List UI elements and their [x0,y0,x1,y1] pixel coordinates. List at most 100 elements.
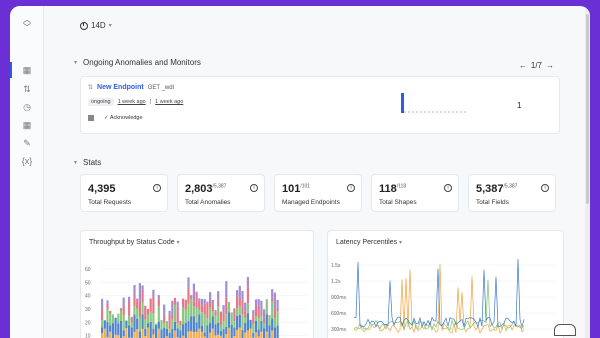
prev-arrow-icon[interactable]: ← [519,61,527,70]
throughput-bar-segment [200,325,204,332]
throughput-bar-segment [187,331,190,338]
throughput-bar-segment [260,311,263,316]
throughput-bar-segment [219,311,222,326]
throughput-bar-segment [136,308,139,319]
throughput-bar-segment [173,321,177,331]
variables-icon[interactable]: {x} [20,154,34,168]
sidebar-collapse-toggle[interactable]: ︿ ﹀ [10,6,44,42]
throughput-bar-segment [214,311,217,316]
throughput-bar-segment [149,298,152,312]
scrollbar-thumb[interactable] [586,14,589,204]
scrollbar[interactable] [585,6,590,338]
throughput-chart-title-select[interactable]: Throughput by Status Code ▾ [89,239,180,246]
mute-icon[interactable] [88,115,94,121]
next-arrow-icon[interactable]: → [546,61,554,70]
throughput-bar-segment [138,283,141,301]
y-tick-label: 30 [85,307,91,313]
throughput-bar-segment [241,299,244,315]
anomaly-card[interactable]: ⇅ New Endpoint GET _wdl ongoing 1 week a… [80,76,560,134]
throughput-bar-segment [109,313,112,326]
throughput-bar-segment [103,320,106,329]
y-tick-label: 600ms [331,311,347,317]
throughput-bar-segment [214,309,217,312]
history-icon[interactable]: ◷ [20,100,34,114]
throughput-bar-segment [260,320,263,332]
stat-card-total-fields[interactable]: 5,387/5,387 Total Fields i [468,174,556,212]
throughput-bar-segment [130,317,133,323]
y-tick-label: 40 [85,294,91,300]
throughput-bar-segment [130,327,133,338]
throughput-bar-segment [236,308,239,317]
throughput-bar-segment [103,328,106,338]
throughput-bar-segment [241,314,244,330]
chevron-down-icon: ▾ [176,240,180,246]
throughput-bar-segment [182,307,185,325]
throughput-bar-segment [138,331,141,338]
throughput-bar-segment [141,285,144,290]
info-icon[interactable]: i [347,184,355,192]
throughput-bar-segment [263,309,266,318]
throughput-bar-segment [163,304,166,316]
throughput-bar-segment [236,316,239,330]
throughput-bar-segment [187,303,190,322]
throughput-bar-segment [252,315,255,324]
throughput-bar-segment [211,311,214,317]
acknowledge-button[interactable]: ✓ Acknowledge [104,115,143,121]
throughput-bar-segment [236,329,239,338]
throughput-bar-segment [168,316,171,329]
pager-label: 1/7 [530,61,542,70]
throughput-bar-segment [268,325,271,338]
throughput-bar-segment [265,314,268,332]
info-icon[interactable]: i [250,184,258,192]
stat-value: 2,803/5,387 [185,183,227,195]
throughput-bar-segment [152,297,155,314]
anomalies-section-header[interactable]: ▾ Ongoing Anomalies and Monitors [74,58,201,67]
throughput-bar-segment [128,296,131,302]
throughput-bar-segment [263,317,266,323]
throughput-bar-segment [173,297,177,305]
throughput-bar-segment [195,331,198,338]
throughput-bar-segment [179,320,182,326]
info-icon[interactable]: i [444,184,452,192]
stat-card-total-shapes[interactable]: 118/118 Total Shapes i [371,174,459,212]
throughput-bar-segment [173,304,177,322]
throughput-bar-segment [238,315,241,328]
info-icon[interactable]: i [541,184,549,192]
throughput-bar-segment [222,312,225,322]
throughput-bar-segment [217,306,220,323]
throughput-bar-segment [119,310,123,321]
help-chat-button[interactable] [554,324,576,336]
anomaly-name[interactable]: New Endpoint [97,84,144,91]
throughput-bar-segment [122,315,125,331]
throughput-bar-segment [184,299,187,310]
wrench-icon[interactable]: ✎ [20,136,34,150]
time-range-select[interactable]: 14D ▾ [80,21,112,30]
throughput-bar-segment [246,287,249,304]
apps-grid-icon[interactable]: ▦ [20,118,34,132]
throughput-bar-segment [236,290,239,296]
throughput-bar-segment [254,299,258,306]
throughput-bar-segment [217,300,220,307]
endpoints-arrows-icon[interactable]: ⇅ [20,82,34,96]
throughput-bar-segment [225,334,228,338]
throughput-bar-segment [254,316,258,321]
stats-section-header[interactable]: ▾ Stats [74,158,101,167]
latency-chart-title-select[interactable]: Latency Percentiles ▾ [336,239,402,246]
stat-card-managed-endpoints[interactable]: 101/101 Managed Endpoints i [274,174,362,212]
throughput-bar-segment [122,297,125,307]
throughput-bar-segment [195,292,198,308]
throughput-bar-segment [211,316,214,329]
anomaly-count: 1 [517,101,522,110]
throughput-bar-segment [192,283,195,302]
throughput-bar-segment [206,317,209,326]
stat-card-total-anomalies[interactable]: 2,803/5,387 Total Anomalies i [177,174,265,212]
stat-card-total-requests[interactable]: 4,395 Total Requests i [80,174,168,212]
dashboard-grid-icon[interactable]: ▦ [20,63,34,77]
stats-section-title: Stats [83,158,102,167]
info-icon[interactable]: i [153,184,161,192]
throughput-bar-segment [168,328,171,333]
throughput-bar-segment [168,310,171,317]
throughput-bar-segment [101,320,104,328]
throughput-bar-segment [200,331,204,338]
throughput-bar-segment [271,297,274,302]
